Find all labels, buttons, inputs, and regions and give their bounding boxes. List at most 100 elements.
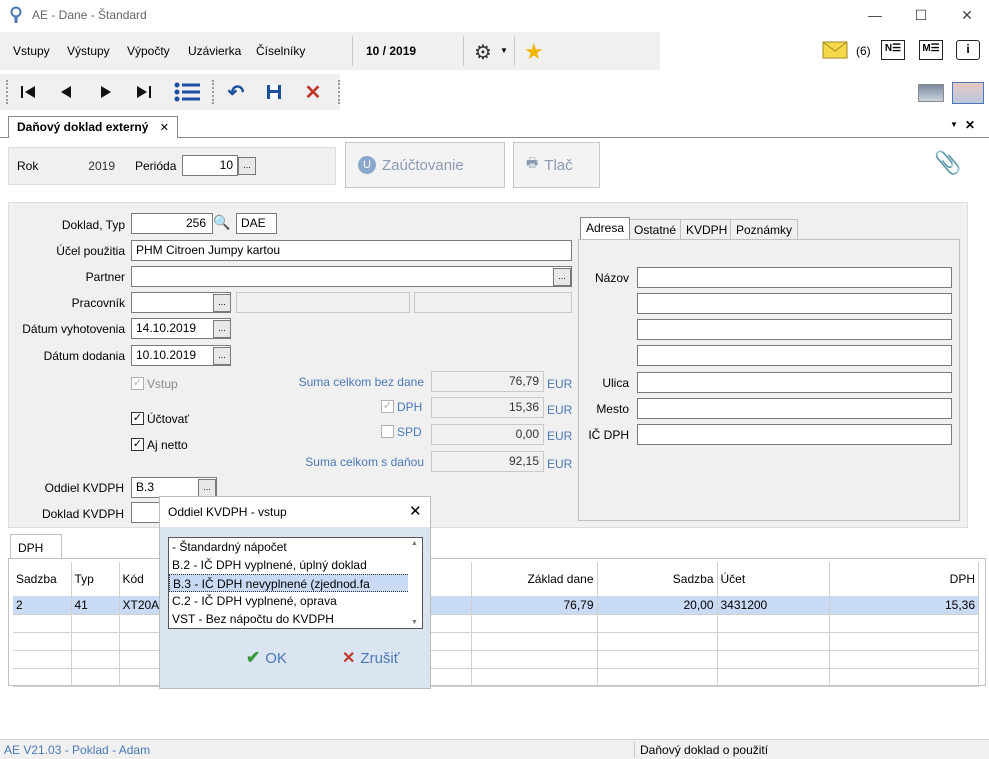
menu-separator	[463, 36, 464, 66]
partner-picker-button[interactable]: ...	[553, 268, 571, 286]
last-record-icon[interactable]	[133, 82, 155, 102]
tab-label: Daňový doklad externý	[17, 120, 149, 134]
window-layout-icon[interactable]	[952, 82, 984, 104]
dph-label: DPH	[397, 400, 423, 414]
chevron-down-icon[interactable]: ▼	[500, 46, 508, 55]
menu-ciselniky[interactable]: Číselníky	[256, 44, 305, 58]
tab-poznamky[interactable]: Poznámky	[730, 219, 799, 239]
datum-dodania-picker-button[interactable]: ...	[213, 347, 231, 365]
table-row[interactable]	[13, 632, 979, 651]
listbox-scrollbar[interactable]: ▲ ▼	[408, 538, 422, 628]
list-view-icon[interactable]	[172, 82, 202, 102]
column-header-zaklad-dane[interactable]: Základ dane	[471, 562, 598, 596]
aj-netto-checkbox[interactable]: ✓	[131, 438, 144, 451]
scroll-up-icon[interactable]: ▲	[411, 540, 418, 547]
nazov-label: Názov	[594, 271, 629, 285]
menu-uzavierka[interactable]: Uzávierka	[188, 44, 241, 58]
list-item[interactable]: VST - Bez nápočtu do KVDPH	[169, 610, 422, 628]
toolbar: ↶ ✕	[0, 74, 340, 110]
save-icon[interactable]	[263, 82, 285, 102]
news-icon[interactable]: N☰	[881, 40, 905, 60]
cell-ucet[interactable]: 3431200	[717, 596, 830, 615]
tab-danovy-doklad[interactable]: Daňový doklad externý ✕	[8, 116, 178, 138]
nazov-field-3[interactable]	[637, 319, 952, 340]
screen-layout-icon[interactable]	[918, 84, 944, 102]
table-row[interactable]	[13, 668, 979, 687]
minimize-button[interactable]: —	[852, 0, 898, 30]
grid-header-row: Sadzba Typ Kód Základ dane Sadzba Účet D…	[13, 562, 979, 596]
close-window-button[interactable]: ✕	[944, 0, 989, 30]
uctovat-checkbox[interactable]: ✓	[131, 412, 144, 425]
list-item[interactable]: B.2 - IČ DPH vyplnené, úplný doklad	[169, 556, 422, 574]
tab-list-chevron-icon[interactable]: ▼	[950, 120, 958, 129]
nazov-field-4[interactable]	[637, 345, 952, 366]
oddiel-kvdph-dialog: Oddiel KVDPH - vstup ✕ - Štandardný nápo…	[159, 496, 431, 689]
previous-record-icon[interactable]	[55, 82, 77, 102]
search-icon[interactable]: 🔍	[213, 214, 231, 233]
perioda-picker-button[interactable]: ...	[238, 157, 256, 175]
cell-sadzba[interactable]: 2	[13, 596, 72, 615]
oddiel-kvdph-picker-button[interactable]: ...	[198, 479, 216, 497]
list-item[interactable]: - Štandardný nápočet	[169, 538, 422, 556]
tab-dph[interactable]: DPH	[10, 534, 62, 559]
column-header-dph[interactable]: DPH	[829, 562, 979, 596]
period-label[interactable]: 10 / 2019	[366, 44, 416, 58]
datum-vyhotovenia-picker-button[interactable]: ...	[213, 320, 231, 338]
attachment-icon[interactable]: 📎	[934, 150, 961, 176]
column-header-typ[interactable]: Typ	[71, 562, 120, 596]
list-item-selected[interactable]: B.3 - IČ DPH nevyplnené (zjednod.fa	[169, 574, 422, 592]
tab-kvdph[interactable]: KVDPH	[680, 219, 734, 239]
column-header-ucet[interactable]: Účet	[717, 562, 830, 596]
column-header-sadzba[interactable]: Sadzba	[13, 562, 72, 596]
list-item[interactable]: C.2 - IČ DPH vyplnené, oprava	[169, 592, 422, 610]
cell-sadzba-pct[interactable]: 20,00	[597, 596, 718, 615]
doklad-number-field[interactable]: 256	[131, 213, 213, 234]
table-row[interactable]: 2 41 XT20A 76,79 20,00 3431200 15,36	[13, 596, 979, 615]
info-icon[interactable]: i	[956, 40, 980, 60]
ucel-field[interactable]: PHM Citroen Jumpy kartou	[131, 240, 572, 261]
menu-vypocty[interactable]: Výpočty	[127, 44, 170, 58]
partner-field[interactable]	[131, 266, 572, 287]
star-icon[interactable]: ★	[524, 39, 544, 65]
undo-icon[interactable]: ↶	[225, 82, 247, 104]
mail-icon[interactable]	[822, 40, 848, 60]
gear-icon[interactable]: ⚙	[474, 40, 492, 65]
dialog-close-icon[interactable]: ✕	[409, 502, 422, 520]
close-tab-icon[interactable]: ✕	[160, 122, 169, 134]
next-record-icon[interactable]	[95, 82, 117, 102]
tlac-button[interactable]: 🖶 Tlač	[513, 142, 600, 188]
tab-adresa[interactable]: Adresa	[580, 217, 631, 239]
table-row[interactable]	[13, 650, 979, 669]
close-all-tabs-icon[interactable]: ✕	[965, 118, 975, 132]
scroll-down-icon[interactable]: ▼	[411, 619, 418, 626]
table-row[interactable]	[13, 614, 979, 633]
pracovnik-picker-button[interactable]: ...	[213, 294, 231, 312]
first-record-icon[interactable]	[17, 82, 39, 102]
ic-dph-field[interactable]	[637, 424, 952, 445]
cell-typ[interactable]: 41	[71, 596, 120, 615]
menu-vstupy[interactable]: Vstupy	[13, 44, 50, 58]
column-header-sadzba-pct[interactable]: Sadzba	[597, 562, 718, 596]
ulica-field[interactable]	[637, 372, 952, 393]
cancel-button[interactable]: ✕ Zrušiť	[342, 648, 399, 668]
nazov-field-2[interactable]	[637, 293, 952, 314]
typ-field[interactable]: DAE	[236, 213, 277, 234]
doklad-kvdph-label: Doklad KVDPH	[41, 507, 124, 521]
tab-ostatne[interactable]: Ostatné	[628, 219, 683, 239]
maximize-button[interactable]: ☐	[898, 0, 944, 30]
dph-checkbox[interactable]: ✓	[381, 400, 394, 413]
nazov-field-1[interactable]	[637, 267, 952, 288]
mesto-field[interactable]	[637, 398, 952, 419]
perioda-field[interactable]: 10	[182, 155, 238, 176]
spd-checkbox[interactable]	[381, 425, 394, 438]
vstup-checkbox[interactable]: ✓	[131, 377, 144, 390]
cell-dph[interactable]: 15,36	[829, 596, 979, 615]
messages-icon[interactable]: M☰	[919, 40, 943, 60]
zauctovanie-button[interactable]: U Zaúčtovanie	[345, 142, 505, 188]
ok-button[interactable]: ✔ OK	[246, 648, 287, 668]
delete-icon[interactable]: ✕	[302, 82, 324, 104]
menu-vystupy[interactable]: Výstupy	[67, 44, 110, 58]
vstup-label: Vstup	[147, 377, 178, 391]
cell-zaklad-dane[interactable]: 76,79	[471, 596, 598, 615]
oddiel-listbox[interactable]: - Štandardný nápočet B.2 - IČ DPH vyplne…	[168, 537, 423, 629]
